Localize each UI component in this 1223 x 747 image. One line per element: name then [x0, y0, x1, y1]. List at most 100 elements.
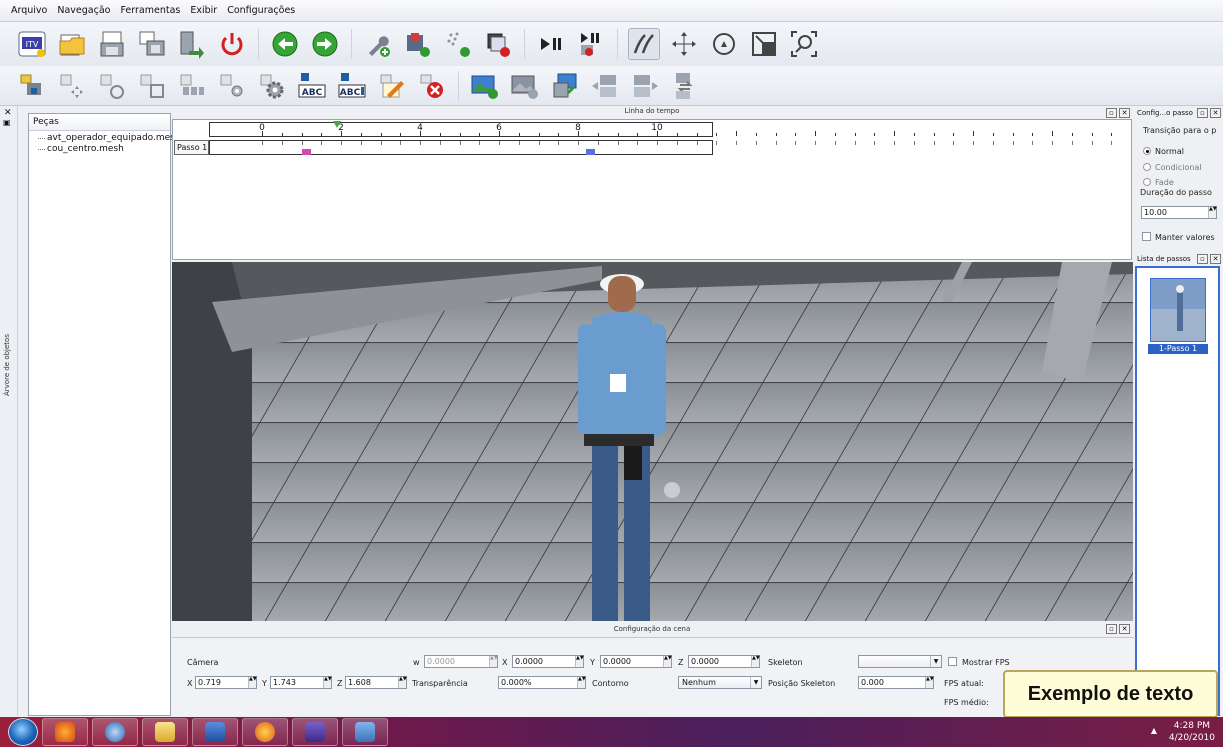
edit-note-icon[interactable]: [376, 70, 408, 102]
step-thumbnail[interactable]: [1150, 278, 1206, 342]
taskbar-app-icon[interactable]: [342, 718, 388, 746]
transparency-spinbox[interactable]: 0.000% ▲▼: [498, 676, 586, 689]
back-arrow-icon[interactable]: [269, 28, 301, 60]
swap-step-icon[interactable]: [669, 70, 701, 102]
ruler-tick: [716, 133, 718, 136]
move-icon[interactable]: [668, 28, 700, 60]
scene-config-title: Configuração da cena: [613, 625, 691, 633]
track-tick: [341, 141, 342, 145]
float-icon[interactable]: ▫: [1106, 108, 1117, 118]
w-spinbox[interactable]: 0.0000 ▲▼: [424, 655, 498, 668]
float-icon[interactable]: ▫: [1106, 624, 1117, 634]
config-piece-icon[interactable]: [216, 70, 248, 102]
skeleton-pos-label: Posição Skeleton: [768, 679, 836, 688]
timeline-track[interactable]: [209, 140, 1113, 155]
add-texture-icon[interactable]: [402, 28, 434, 60]
timeline-ruler[interactable]: 0 2 4 6 8 10: [209, 121, 1113, 137]
edit-text-icon[interactable]: ABC: [336, 70, 368, 102]
contour-combo[interactable]: Nenhum ▼: [678, 676, 762, 689]
y-spinbox[interactable]: 0.0000 ▲▼: [600, 655, 672, 668]
step-item-label[interactable]: 1-Passo 1: [1148, 344, 1208, 354]
ruler-tick: [617, 133, 619, 136]
close-icon[interactable]: ✕: [1210, 108, 1221, 118]
remove-image-icon[interactable]: [509, 70, 541, 102]
menu-navegacao[interactable]: Navegação: [52, 5, 115, 16]
taskbar-firefox-icon[interactable]: [42, 718, 88, 746]
playhead-marker-icon[interactable]: [333, 121, 342, 128]
remove-object-icon[interactable]: [482, 28, 514, 60]
gear-piece-icon[interactable]: [256, 70, 288, 102]
scale-icon[interactable]: [748, 28, 780, 60]
add-image-icon[interactable]: [469, 70, 501, 102]
zoom-fit-icon[interactable]: [788, 28, 820, 60]
power-icon[interactable]: [216, 28, 248, 60]
close-icon[interactable]: ✕: [4, 108, 12, 118]
object-tree-dock-strip: ✕ ▣ Árvore de objetos: [0, 106, 18, 716]
z-spinbox[interactable]: 0.0000 ▲▼: [688, 655, 760, 668]
import-image-icon[interactable]: [549, 70, 581, 102]
rotate-piece-icon[interactable]: [96, 70, 128, 102]
track-tick: [597, 141, 599, 145]
keep-values-checkbox[interactable]: [1142, 232, 1151, 241]
float-icon[interactable]: ▫: [1197, 108, 1208, 118]
pause-stop-icon[interactable]: [575, 28, 607, 60]
skeleton-combo[interactable]: ▼: [858, 655, 942, 668]
menu-arquivo[interactable]: Arquivo: [6, 5, 52, 16]
add-particles-icon[interactable]: [442, 28, 474, 60]
pen-icon[interactable]: [628, 28, 660, 60]
save-as-icon[interactable]: [136, 28, 168, 60]
start-button[interactable]: [8, 718, 38, 746]
scene-config-panel: Câmera w 0.0000 ▲▼ X 0.0000 ▲▼ Y 0.0000 ▲▼ …: [172, 637, 1134, 715]
next-step-icon[interactable]: [629, 70, 661, 102]
system-clock[interactable]: 4:28 PM 4/20/2010: [1169, 720, 1215, 744]
taskbar-itv-icon[interactable]: [292, 718, 338, 746]
close-icon[interactable]: ✕: [1210, 254, 1221, 264]
scene-render: [172, 262, 1133, 621]
track-tick: [1012, 141, 1014, 145]
camera-y-spinbox[interactable]: 1.743 ▲▼: [270, 676, 332, 689]
open-folder-icon[interactable]: [56, 28, 88, 60]
camera-z-spinbox[interactable]: 1.608 ▲▼: [345, 676, 407, 689]
save-icon[interactable]: [96, 28, 128, 60]
rotate-icon[interactable]: [708, 28, 740, 60]
float-icon[interactable]: ▫: [1197, 254, 1208, 264]
tray-expand-icon[interactable]: ▲: [1151, 726, 1157, 735]
radio-normal[interactable]: [1143, 147, 1151, 155]
3d-viewport[interactable]: [172, 262, 1133, 621]
prev-step-icon[interactable]: [589, 70, 621, 102]
close-icon[interactable]: ✕: [1119, 624, 1130, 634]
menu-ferramentas[interactable]: Ferramentas: [115, 5, 185, 16]
add-piece-icon[interactable]: [16, 70, 48, 102]
taskbar-browser-icon[interactable]: [92, 718, 138, 746]
close-icon[interactable]: ✕: [1119, 108, 1130, 118]
scale-piece-icon[interactable]: [136, 70, 168, 102]
skeleton-pos-spinbox[interactable]: 0.000 ▲▼: [858, 676, 934, 689]
menu-exibir[interactable]: Exibir: [185, 5, 222, 16]
add-text-icon[interactable]: ABC: [296, 70, 328, 102]
add-tool-icon[interactable]: [362, 28, 394, 60]
keyframe-marker[interactable]: [301, 149, 311, 155]
radio-conditional[interactable]: [1143, 163, 1151, 171]
keyframe-marker[interactable]: [585, 149, 595, 155]
object-tree-label: Árvore de objetos: [3, 334, 11, 396]
taskbar-word-icon[interactable]: [192, 718, 238, 746]
radio-fade[interactable]: [1143, 178, 1151, 186]
group-piece-icon[interactable]: [176, 70, 208, 102]
itv-logo-icon[interactable]: ITV: [16, 28, 48, 60]
tree-item[interactable]: cou_centro.mesh: [29, 144, 170, 155]
duration-spinbox[interactable]: 10.00 ▲▼: [1141, 206, 1217, 219]
move-piece-icon[interactable]: [56, 70, 88, 102]
taskbar-explorer-icon[interactable]: [142, 718, 188, 746]
forward-arrow-icon[interactable]: [309, 28, 341, 60]
tree-item[interactable]: avt_operador_equipado.mesh: [29, 133, 181, 144]
export-icon[interactable]: [176, 28, 208, 60]
delete-piece-icon[interactable]: [416, 70, 448, 102]
menu-configuracoes[interactable]: Configurações: [222, 5, 300, 16]
taskbar-media-icon[interactable]: [242, 718, 288, 746]
show-fps-checkbox[interactable]: [948, 657, 957, 666]
x-spinbox[interactable]: 0.0000 ▲▼: [512, 655, 584, 668]
float-icon[interactable]: ▣: [3, 118, 11, 127]
camera-x-spinbox[interactable]: 0.719 ▲▼: [195, 676, 257, 689]
play-pause-icon[interactable]: [535, 28, 567, 60]
toolbar-separator: [617, 29, 618, 59]
